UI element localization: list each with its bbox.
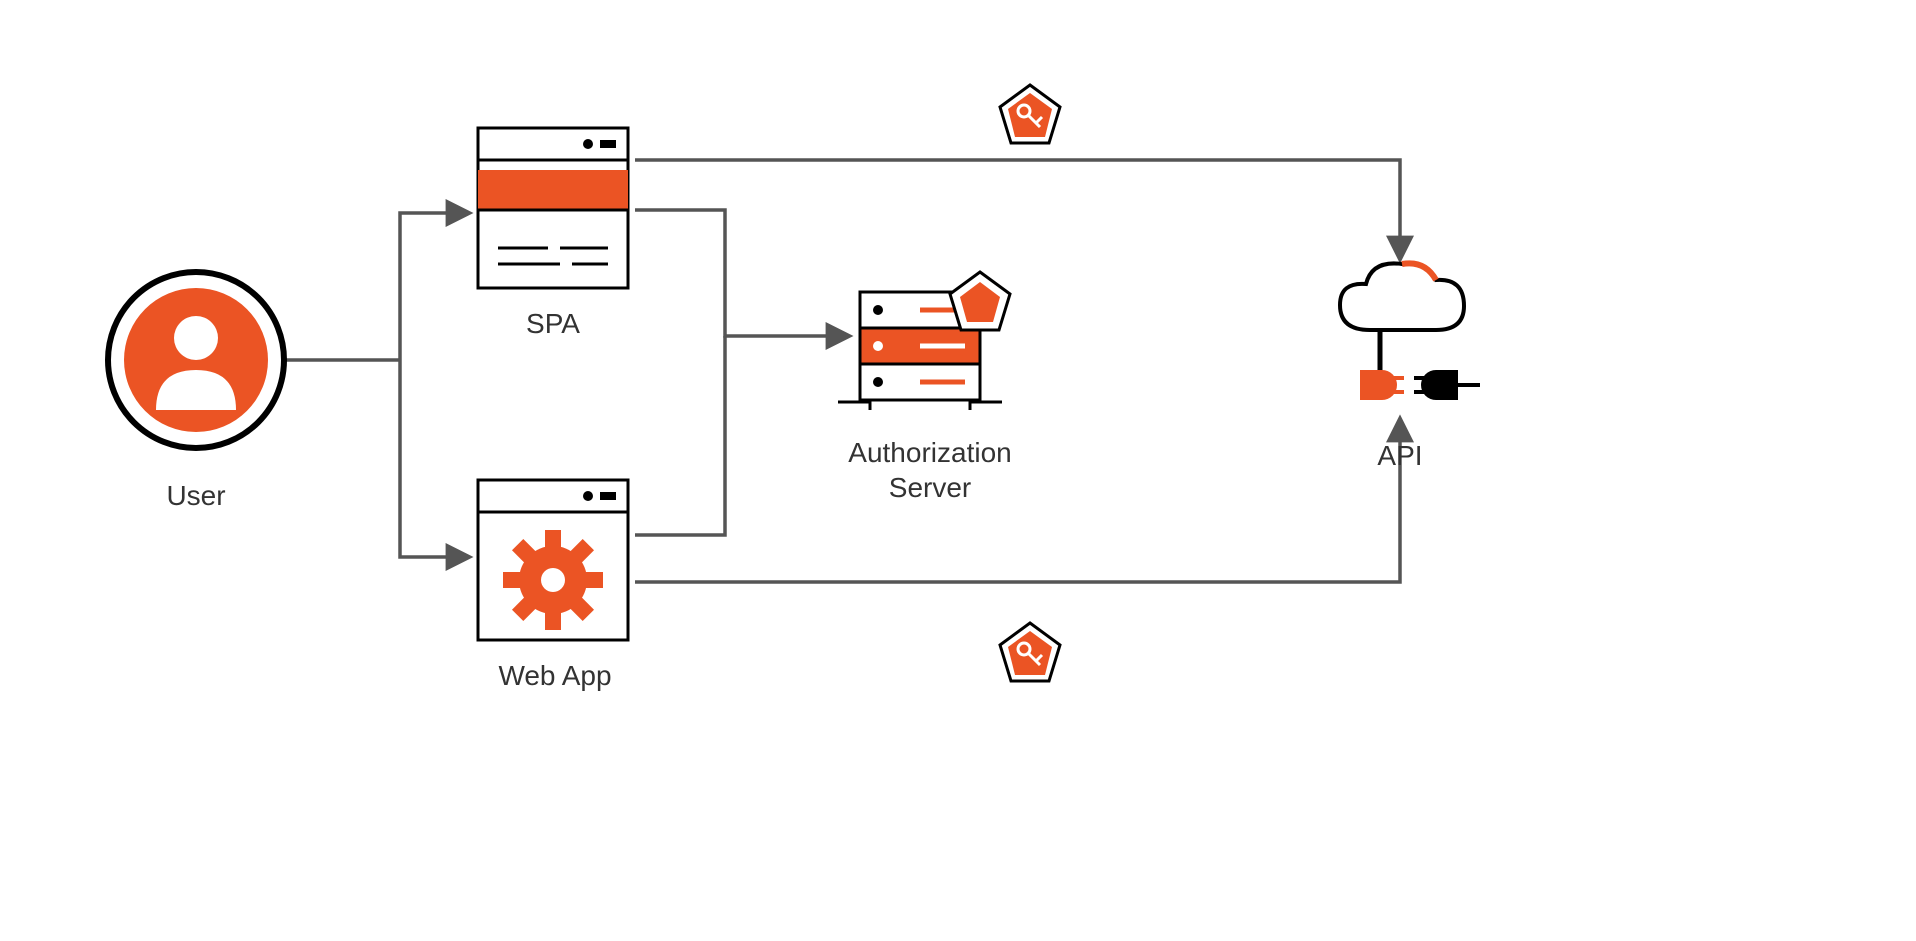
edge-webapp-to-auth-lower	[635, 336, 725, 535]
edges	[286, 160, 1400, 582]
user-node	[108, 272, 284, 448]
edge-spa-to-api	[635, 160, 1400, 258]
webapp-window-dot	[583, 491, 593, 501]
auth-pentagon-icon	[950, 272, 1010, 330]
user-label: User	[130, 480, 262, 512]
webapp-node	[478, 480, 628, 651]
spa-hero-band	[478, 170, 628, 210]
plug-left-icon	[1360, 370, 1404, 400]
token-top-icon	[1000, 85, 1060, 143]
api-label: API	[1360, 440, 1440, 472]
spa-window-dot	[583, 139, 593, 149]
spa-node	[478, 128, 628, 288]
api-node	[1340, 263, 1480, 400]
architecture-diagram: User SPA Web App Authorization Server AP…	[0, 0, 1916, 941]
edge-user-to-webapp	[400, 360, 468, 557]
auth-server-label: Authorization Server	[820, 435, 1040, 505]
edge-spa-to-auth-upper	[635, 210, 845, 336]
webapp-label: Web App	[470, 660, 640, 692]
spa-label: SPA	[478, 308, 628, 340]
edge-user-to-spa	[400, 213, 468, 360]
token-bottom-icon	[1000, 623, 1060, 681]
user-head-icon	[174, 316, 218, 360]
plug-right-icon	[1414, 370, 1480, 400]
auth-server-node	[838, 272, 1010, 410]
spa-window-bar	[600, 140, 616, 148]
webapp-window-bar	[600, 492, 616, 500]
cloud-icon	[1340, 263, 1464, 330]
